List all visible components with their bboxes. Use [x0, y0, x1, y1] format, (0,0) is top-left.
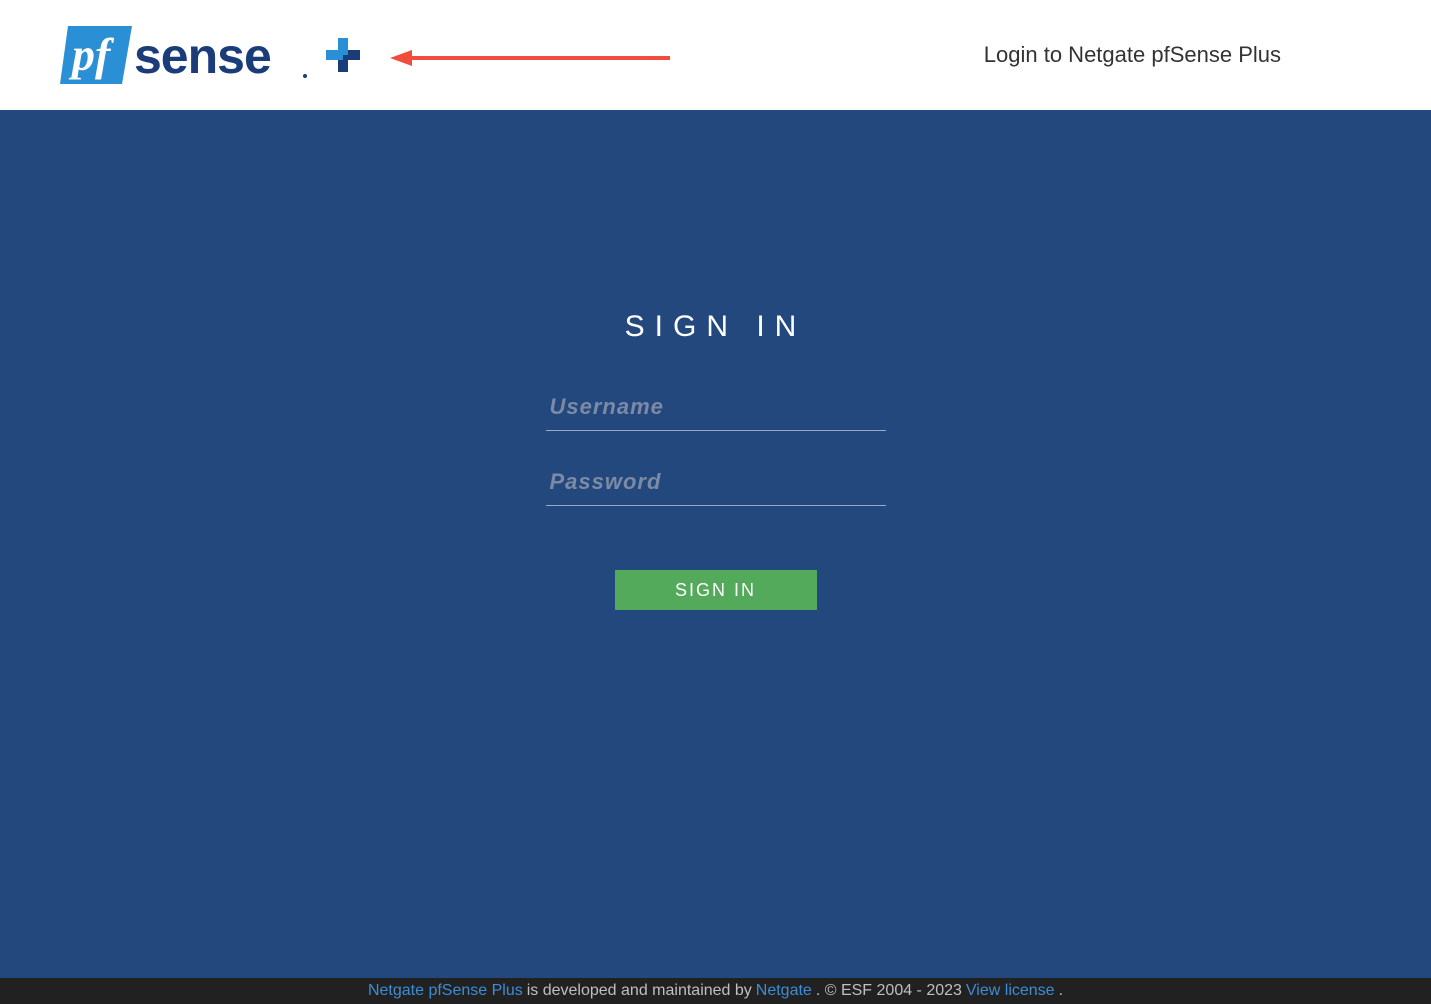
signin-button[interactable]: SIGN IN — [615, 570, 817, 610]
signin-heading: SIGN IN — [625, 310, 807, 344]
header-title: Login to Netgate pfSense Plus — [984, 42, 1391, 68]
header-bar: pf sense Login to Netgate pfSense Plus — [0, 0, 1431, 110]
footer-period: . — [1059, 982, 1063, 1000]
pfsense-plus-logo: pf sense — [60, 18, 360, 92]
svg-text:sense: sense — [134, 28, 271, 84]
footer-text-1: is developed and maintained by — [527, 982, 752, 1000]
login-form: SIGN IN — [546, 384, 886, 610]
footer-copyright: . © ESF 2004 - 2023 — [816, 982, 962, 1000]
footer-license-link[interactable]: View license — [966, 982, 1055, 1000]
page-root: pf sense Login to Netgate pfSense Plus — [0, 0, 1431, 1004]
password-field[interactable] — [546, 459, 886, 506]
username-field[interactable] — [546, 384, 886, 431]
pfsense-logo-icon: pf sense — [60, 18, 360, 92]
annotation-arrow-icon — [390, 48, 670, 68]
login-panel: SIGN IN SIGN IN — [0, 110, 1431, 978]
svg-text:pf: pf — [68, 29, 115, 80]
footer-company-link[interactable]: Netgate — [756, 982, 812, 1000]
footer-product-link[interactable]: Netgate pfSense Plus — [368, 982, 523, 1000]
footer-bar: Netgate pfSense Plus is developed and ma… — [0, 978, 1431, 1004]
